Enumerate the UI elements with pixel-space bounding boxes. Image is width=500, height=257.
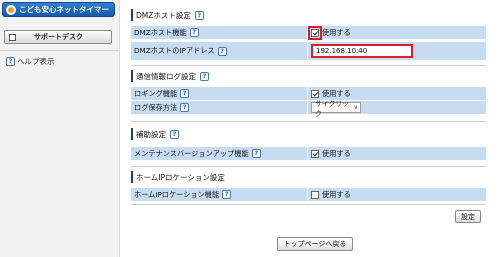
- dmz-title-text: DMZホスト設定: [136, 10, 191, 20]
- dmz-section-title: DMZホスト設定 ?: [131, 9, 486, 21]
- maintenance-update-row: メンテナンスバージョンアップ機能 ? 使用する: [131, 147, 486, 160]
- section-divider: [131, 121, 486, 122]
- chevron-down-icon: ∨: [353, 104, 358, 111]
- dmz-function-value-cell: 使用する: [307, 25, 486, 40]
- log-title-text: 通信情報ログ設定: [136, 71, 196, 81]
- log-section: 通信情報ログ設定 ? ロギング機能 ? 使用する ログ保存方法 ? サイクリック…: [131, 70, 486, 118]
- help-display-link[interactable]: ? ヘルプ表示: [6, 56, 55, 67]
- log-save-method-select[interactable]: サイクリック ∨: [311, 100, 361, 118]
- homeip-function-label-cell: ホームIPロケーション機能 ?: [131, 188, 307, 201]
- dmz-function-label-cell: DMZホスト機能 ?: [131, 26, 307, 39]
- logging-function-label-cell: ロギング機能 ?: [131, 87, 307, 100]
- homeip-function-label: ホームIPロケーション機能: [134, 189, 220, 199]
- log-save-method-label-cell: ログ保存方法 ?: [131, 101, 307, 114]
- homeip-function-help-icon[interactable]: ?: [222, 190, 232, 199]
- dmz-section: DMZホスト設定 ? DMZホスト機能 ? 使用する DMZホストのIPアドレス…: [131, 9, 486, 60]
- homeip-function-row: ホームIPロケーション機能 ? 使用する: [131, 188, 486, 201]
- support-desk-icon: [9, 33, 16, 41]
- maintenance-update-value-cell: 使用する: [307, 147, 486, 160]
- dmz-ip-input[interactable]: 192.168.10.40: [311, 44, 413, 58]
- maintenance-update-help-icon[interactable]: ?: [251, 149, 261, 158]
- apply-button[interactable]: 設定: [455, 210, 481, 223]
- homeip-function-value-cell: 使用する: [307, 188, 486, 201]
- homeip-function-checkbox-label: 使用する: [322, 189, 351, 199]
- dmz-ip-row: DMZホストのIPアドレス ? 192.168.10.40: [131, 42, 486, 60]
- logo: こども安心ネットタイマー: [2, 2, 115, 17]
- dmz-function-help-icon[interactable]: ?: [189, 28, 199, 37]
- aux-section: 補助設定 ? メンテナンスバージョンアップ機能 ? 使用する: [131, 128, 486, 160]
- dmz-function-checkbox-label: 使用する: [322, 27, 351, 37]
- maintenance-update-checkbox-label: 使用する: [322, 148, 351, 158]
- aux-title-text: 補助設定: [136, 129, 166, 139]
- log-save-method-value-cell: サイクリック ∨: [307, 100, 486, 118]
- logo-text: こども安心ネットタイマー: [19, 5, 109, 14]
- back-to-top-button[interactable]: トップページへ戻る: [277, 237, 353, 251]
- log-section-title: 通信情報ログ設定 ?: [131, 70, 486, 82]
- dmz-ip-label-cell: DMZホストのIPアドレス ?: [131, 42, 307, 60]
- aux-section-title: 補助設定 ?: [131, 128, 486, 140]
- main-content: DMZホスト設定 ? DMZホスト機能 ? 使用する DMZホストのIPアドレス…: [121, 0, 500, 257]
- section-divider: [131, 166, 486, 167]
- logging-function-row: ロギング機能 ? 使用する: [131, 87, 486, 100]
- logo-mark-icon: [6, 4, 16, 15]
- dmz-function-row: DMZホスト機能 ? 使用する: [131, 25, 486, 40]
- sidebar-divider: [0, 50, 119, 51]
- maintenance-update-label-cell: メンテナンスバージョンアップ機能 ?: [131, 147, 307, 160]
- aux-help-icon[interactable]: ?: [170, 129, 179, 139]
- section-divider: [131, 204, 486, 205]
- maintenance-update-checkbox[interactable]: [311, 149, 319, 158]
- dmz-help-icon[interactable]: ?: [194, 10, 204, 20]
- log-help-icon[interactable]: ?: [200, 71, 209, 81]
- log-save-method-row: ログ保存方法 ? サイクリック ∨: [131, 100, 486, 118]
- support-desk-button[interactable]: サポートデスク: [4, 30, 112, 44]
- section-divider: [131, 65, 486, 66]
- dmz-ip-help-icon[interactable]: ?: [217, 46, 227, 56]
- homeip-title-text: ホームIPロケーション設定: [136, 172, 225, 182]
- homeip-section-title: ホームIPロケーション設定: [131, 171, 486, 183]
- homeip-section: ホームIPロケーション設定 ホームIPロケーション機能 ? 使用する: [131, 171, 486, 201]
- support-desk-label: サポートデスク: [34, 33, 83, 41]
- logging-function-help-icon[interactable]: ?: [180, 89, 190, 98]
- help-icon: ?: [6, 57, 15, 66]
- homeip-function-checkbox[interactable]: [311, 190, 319, 199]
- dmz-function-checkbox[interactable]: [308, 25, 322, 40]
- help-display-label: ヘルプ表示: [17, 57, 55, 66]
- sidebar: こども安心ネットタイマー サポートデスク ? ヘルプ表示: [0, 0, 120, 257]
- dmz-ip-label: DMZホストのIPアドレス: [134, 46, 215, 55]
- dmz-ip-value-cell: 192.168.10.40: [307, 42, 486, 60]
- logging-function-checkbox[interactable]: [311, 89, 319, 98]
- logging-function-label: ロギング機能: [134, 88, 178, 98]
- log-save-method-selected: サイクリック: [315, 99, 349, 118]
- log-save-method-help-icon[interactable]: ?: [180, 103, 190, 112]
- log-save-method-label: ログ保存方法: [134, 102, 178, 112]
- dmz-function-label: DMZホスト機能: [134, 27, 187, 37]
- maintenance-update-label: メンテナンスバージョンアップ機能: [134, 148, 249, 158]
